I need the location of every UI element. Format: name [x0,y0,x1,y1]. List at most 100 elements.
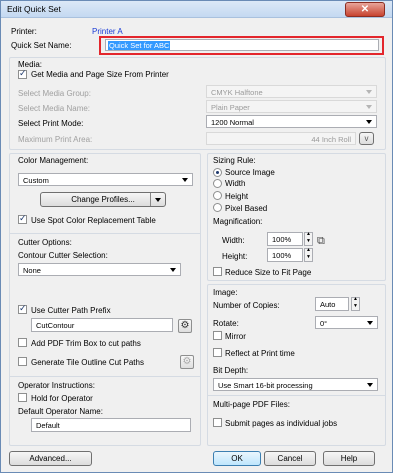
chevron-down-icon [367,321,373,325]
change-profiles-button[interactable]: Change Profiles... [40,192,166,207]
copies-stepper[interactable] [351,296,360,311]
help-button[interactable]: Help [323,451,375,466]
default-operator-input[interactable]: Default [31,418,191,432]
color-management-select[interactable]: Custom [18,173,193,186]
radio-width[interactable] [213,179,222,188]
mag-width-label: Width: [222,236,245,245]
max-area-button[interactable]: v [359,132,374,145]
bit-depth-value: Use Smart 16-bit processing [218,381,313,390]
cutter-prefix-label: Use Cutter Path Prefix [31,306,111,315]
media-name-value: Plain Paper [211,103,250,112]
printer-value: Printer A [92,27,123,36]
ok-button[interactable]: OK [213,451,261,466]
reduce-size-checkbox[interactable] [213,267,222,276]
reflect-label: Reflect at Print time [225,349,295,358]
window-title: Edit Quick Set [7,4,61,14]
radio-height-label: Height [225,192,249,201]
hold-operator-label: Hold for Operator [31,394,93,403]
get-media-checkbox[interactable] [18,68,27,79]
max-area-field: 44 Inch Roll [206,132,356,145]
divider [10,376,200,377]
chevron-down-icon [367,383,373,387]
radio-height[interactable] [213,191,222,200]
contour-cutter-label: Contour Cutter Selection: [18,251,108,260]
sizing-heading: Sizing Rule: [213,156,256,165]
divider [208,395,385,396]
print-mode-value: 1200 Normal [211,118,254,127]
submit-pages-checkbox[interactable] [213,418,222,427]
operator-heading: Operator Instructions: [18,381,95,390]
bit-depth-select[interactable]: Use Smart 16-bit processing [213,378,378,391]
mag-height-stepper[interactable] [304,247,313,262]
rotate-select[interactable]: 0° [315,316,378,329]
chevron-down-icon [366,120,372,124]
change-profiles-label: Change Profiles... [71,195,135,204]
spot-color-label: Use Spot Color Replacement Table [31,216,156,225]
media-group-select[interactable]: CMYK Halftone [206,85,377,98]
dialog-window: Edit Quick Set ✕ Printer: Printer A Quic… [0,0,393,473]
title-bar: Edit Quick Set ✕ [1,1,392,18]
print-mode-select[interactable]: 1200 Normal [206,115,377,128]
mirror-label: Mirror [225,332,246,341]
image-heading: Image: [213,288,238,297]
mag-height-input[interactable]: 100% [267,248,303,262]
hold-operator-checkbox[interactable] [18,393,27,402]
contour-cutter-select[interactable]: None [18,263,181,276]
cutter-prefix-input[interactable]: CutContour [31,318,173,332]
quick-set-name-label: Quick Set Name: [11,41,72,50]
chevron-down-icon [366,105,372,109]
chevron-down-icon [155,198,161,202]
advanced-button[interactable]: Advanced... [9,451,92,466]
max-area-label: Maximum Print Area: [18,135,93,144]
gear-icon[interactable]: ⚙ [178,319,192,333]
mag-height-label: Height: [222,252,248,261]
change-profiles-dropdown[interactable] [150,193,165,206]
bit-depth-label: Bit Depth: [213,366,249,375]
radio-source-image-label: Source Image [225,168,275,177]
mirror-checkbox[interactable] [213,331,222,340]
submit-pages-label: Submit pages as individual jobs [225,419,338,428]
chevron-down-icon [182,178,188,182]
radio-source-image[interactable] [213,168,222,177]
default-operator-label: Default Operator Name: [18,407,103,416]
pdf-trim-checkbox[interactable] [18,338,27,347]
media-group-value: CMYK Halftone [211,88,263,97]
radio-width-label: Width [225,179,246,188]
gear-icon[interactable]: ⚙ [180,355,194,369]
tile-outline-label: Generate Tile Outline Cut Paths [31,358,144,367]
contour-cutter-value: None [23,266,41,275]
reduce-size-label: Reduce Size to Fit Page [225,268,312,277]
spot-color-checkbox[interactable] [18,213,27,224]
quick-set-name-text: Quick Set for ABC [108,41,171,50]
close-button[interactable]: ✕ [345,2,385,17]
rotate-value: 0° [320,319,328,328]
mag-width-input[interactable]: 100% [267,232,303,246]
radio-pixel-based-label: Pixel Based [225,204,268,213]
cutter-heading: Cutter Options: [18,238,72,247]
media-group-label: Select Media Group: [18,89,91,98]
media-name-label: Select Media Name: [18,104,91,113]
cutter-prefix-checkbox[interactable] [18,303,27,314]
print-mode-label: Select Print Mode: [18,119,84,128]
link-icon[interactable]: ⧉ [317,235,327,259]
divider [10,233,200,234]
quick-set-name-input[interactable]: Quick Set for ABC [105,39,379,51]
copies-input[interactable]: Auto [315,297,349,311]
radio-pixel-based[interactable] [213,203,222,212]
color-management-heading: Color Management: [18,156,89,165]
get-media-label: Get Media and Page Size From Printer [31,70,169,79]
cancel-button[interactable]: Cancel [264,451,316,466]
tile-outline-checkbox[interactable] [18,357,27,366]
chevron-down-icon [366,90,372,94]
reflect-checkbox[interactable] [213,348,222,357]
color-management-value: Custom [23,176,49,185]
copies-label: Number of Copies: [213,301,280,310]
magnification-label: Magnification: [213,217,263,226]
rotate-label: Rotate: [213,319,239,328]
chevron-down-icon [170,268,176,272]
mag-width-stepper[interactable] [304,231,313,246]
media-name-select[interactable]: Plain Paper [206,100,377,113]
multipage-heading: Multi-page PDF Files: [213,400,290,409]
printer-label: Printer: [11,27,37,36]
pdf-trim-label: Add PDF Trim Box to cut paths [31,339,141,348]
